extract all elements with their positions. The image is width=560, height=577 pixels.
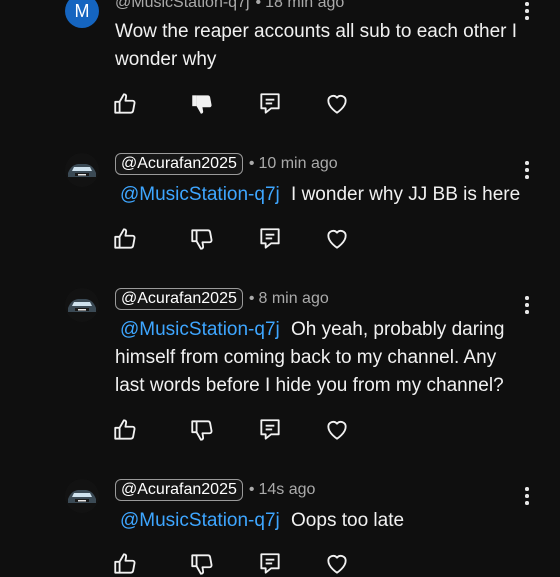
comment-time: 8 min ago [258, 290, 329, 307]
thumbs-down-icon [191, 554, 213, 575]
comment-time: 14s ago [258, 481, 316, 498]
like-button[interactable] [112, 417, 138, 443]
comment-body: Oops too late [291, 510, 405, 531]
reply-button[interactable] [257, 91, 283, 117]
comment-meta: @Acurafan2025 • 8 min ago [115, 288, 329, 310]
like-button[interactable] [112, 551, 138, 577]
avatar[interactable] [65, 288, 99, 322]
comment-body: Wow the reaper accounts all sub to each … [115, 21, 518, 70]
heart-button[interactable] [324, 226, 350, 252]
comment-text: @MusicStation-q7j Oh yeah, probably dari… [115, 316, 525, 400]
more-options-button[interactable] [519, 159, 535, 181]
meta-separator: • [255, 0, 262, 11]
thumbs-up-icon [114, 553, 136, 574]
comment-meta: @Acurafan2025 • 10 min ago [115, 153, 338, 175]
comment-body: I wonder why JJ BB is here [291, 184, 521, 205]
meta-separator: • [248, 155, 255, 172]
reply-icon [260, 93, 280, 114]
thumbs-down-icon [191, 420, 213, 441]
dislike-button[interactable] [189, 91, 215, 117]
car-avatar-icon [65, 288, 99, 322]
like-button[interactable] [112, 226, 138, 252]
comment-author[interactable]: @Acurafan2025 [115, 479, 243, 501]
reply-icon [260, 419, 280, 440]
avatar[interactable] [65, 479, 99, 513]
reply-button[interactable] [257, 226, 283, 252]
avatar-letter: M [74, 0, 90, 21]
comment-author[interactable]: @Acurafan2025 [115, 288, 243, 310]
reply-icon [260, 553, 280, 574]
thumbs-up-icon [114, 228, 136, 249]
comment-text: @MusicStation-q7j I wonder why JJ BB is … [115, 181, 535, 209]
thumbs-up-icon [114, 93, 136, 114]
comment-text: @MusicStation-q7j Oops too late [115, 507, 535, 535]
car-avatar-icon [65, 153, 99, 187]
heart-icon [327, 555, 347, 574]
more-options-button[interactable] [519, 485, 535, 507]
reply-button[interactable] [257, 551, 283, 577]
heart-icon [327, 421, 347, 440]
mention-link[interactable]: @MusicStation-q7j [120, 510, 280, 531]
dislike-button[interactable] [189, 226, 215, 252]
like-button[interactable] [112, 91, 138, 117]
reply-icon [260, 228, 280, 249]
heart-icon [327, 230, 347, 249]
thumbs-up-icon [114, 419, 136, 440]
car-avatar-icon [65, 479, 99, 513]
dislike-button[interactable] [189, 417, 215, 443]
heart-button[interactable] [324, 91, 350, 117]
comment-author[interactable]: @Acurafan2025 [115, 153, 243, 175]
meta-separator: • [248, 290, 255, 307]
thumbs-down-icon [192, 95, 212, 114]
heart-icon [327, 95, 347, 114]
meta-separator: • [248, 481, 255, 498]
comment-author[interactable]: @MusicStation-q7j [115, 0, 250, 12]
comment-time: 18 min ago [265, 0, 345, 11]
heart-button[interactable] [324, 417, 350, 443]
mention-link[interactable]: @MusicStation-q7j [120, 319, 280, 340]
reply-button[interactable] [257, 417, 283, 443]
thumbs-down-icon [191, 229, 213, 250]
comment-time: 10 min ago [258, 155, 338, 172]
mention-link[interactable]: @MusicStation-q7j [120, 184, 280, 205]
comment-meta: @Acurafan2025 • 14s ago [115, 479, 315, 501]
more-options-button[interactable] [519, 294, 535, 316]
comment-text: Wow the reaper accounts all sub to each … [115, 18, 535, 74]
avatar[interactable] [65, 153, 99, 187]
comment-meta: @MusicStation-q7j • 18 min ago [115, 0, 344, 12]
heart-button[interactable] [324, 551, 350, 577]
avatar[interactable]: M [65, 0, 99, 28]
dislike-button[interactable] [189, 551, 215, 577]
